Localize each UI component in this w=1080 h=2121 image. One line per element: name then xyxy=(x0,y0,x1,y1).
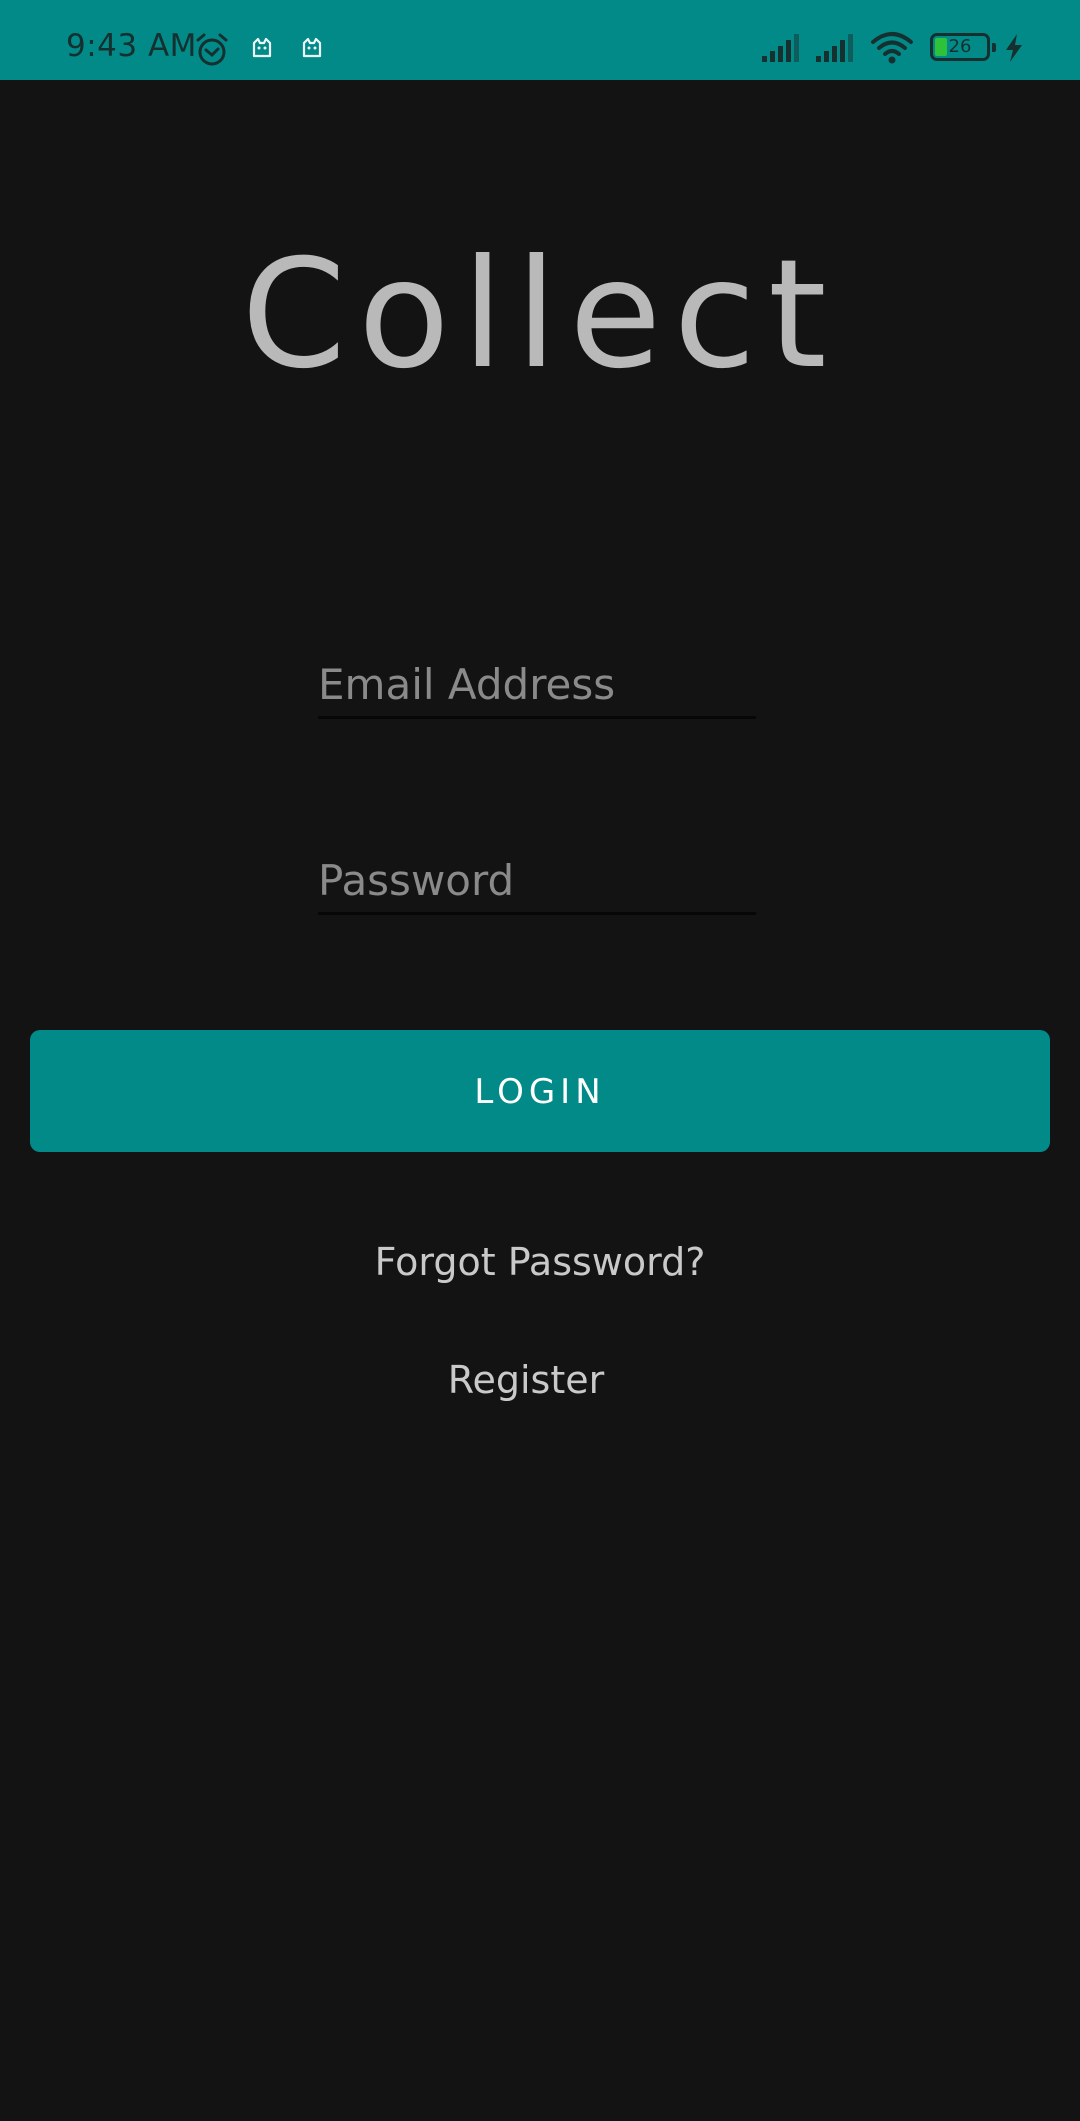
password-input[interactable] xyxy=(318,848,756,912)
forgot-password-link[interactable]: Forgot Password? xyxy=(0,1240,1080,1284)
wifi-icon xyxy=(871,32,913,64)
email-input[interactable] xyxy=(318,652,756,716)
cat-icon xyxy=(252,37,272,58)
cat-icon xyxy=(302,37,322,58)
email-field[interactable] xyxy=(318,652,756,719)
battery-icon: 26 xyxy=(930,33,996,61)
register-link[interactable]: Register xyxy=(0,1358,1066,1402)
login-button[interactable]: LOGIN xyxy=(30,1030,1050,1152)
signal-icon xyxy=(816,34,853,62)
status-bar: 9:43 AM 26 xyxy=(0,0,1080,80)
status-time: 9:43 AM xyxy=(66,28,197,64)
alarm-icon xyxy=(196,33,228,66)
app-title: Collect xyxy=(241,228,839,402)
charging-icon xyxy=(1006,34,1022,62)
signal-icon xyxy=(762,34,799,62)
battery-level: 26 xyxy=(948,36,972,57)
password-field[interactable] xyxy=(318,848,756,915)
login-screen: 9:43 AM 26 Collect Email Address LOGIN F… xyxy=(0,0,1080,2121)
